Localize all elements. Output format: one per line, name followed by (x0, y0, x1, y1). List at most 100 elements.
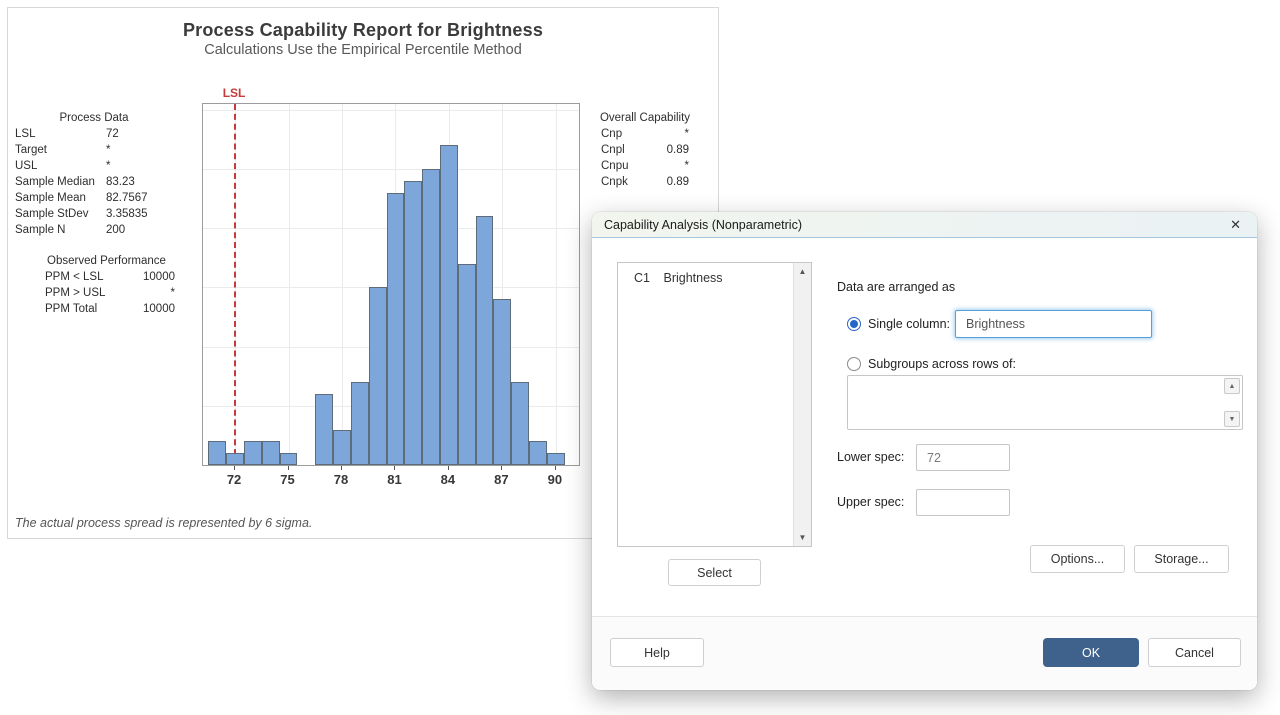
close-icon[interactable]: ✕ (1226, 218, 1245, 231)
help-button[interactable]: Help (610, 638, 704, 667)
histogram-bar (476, 216, 494, 465)
axis-tick-label: 84 (431, 472, 465, 487)
stat-value: 0.89 (651, 174, 695, 190)
histogram-bar (404, 181, 422, 465)
axis-tick-label: 90 (538, 472, 572, 487)
axis-tick-label: 81 (377, 472, 411, 487)
axis-tick (555, 466, 556, 470)
histogram-bar (547, 453, 565, 465)
overall-capability-panel: Overall Capability Cnp*Cnpl0.89Cnpu*Cnpk… (595, 110, 695, 190)
subgroups-input[interactable]: ▲ ▼ (847, 375, 1243, 430)
lower-spec-input[interactable]: 72 (916, 444, 1010, 471)
stat-row: Sample N200 (15, 222, 173, 238)
axis-tick (234, 466, 235, 470)
listbox-scrollbar[interactable]: ▲ ▼ (793, 263, 811, 546)
select-button[interactable]: Select (668, 559, 761, 586)
capability-analysis-dialog: Capability Analysis (Nonparametric) ✕ C1… (592, 212, 1257, 690)
upper-spec-input[interactable] (916, 489, 1010, 516)
subgroups-scrollbar[interactable]: ▲ ▼ (1223, 378, 1240, 427)
axis-tick (501, 466, 502, 470)
histogram-bar (280, 453, 298, 465)
process-data-panel: Process Data LSL72Target*USL*Sample Medi… (15, 110, 173, 238)
stat-value: 10000 (127, 301, 175, 317)
histogram-bar (262, 441, 280, 465)
observed-performance-rows: PPM < LSL10000PPM > USL*PPM Total10000 (38, 269, 175, 317)
lsl-reference-line (234, 104, 236, 465)
stat-value: 0.89 (651, 142, 695, 158)
screen: Process Capability Report for Brightness… (0, 0, 1280, 715)
stat-row: Cnpu* (595, 158, 695, 174)
stat-label: PPM > USL (38, 285, 127, 301)
stat-label: Cnp (595, 126, 651, 142)
stat-label: Target (15, 142, 106, 158)
axis-tick (288, 466, 289, 470)
stat-label: LSL (15, 126, 106, 142)
stat-value: 83.23 (106, 174, 135, 190)
stat-value: 82.7567 (106, 190, 148, 206)
observed-performance-panel: Observed Performance PPM < LSL10000PPM >… (38, 253, 175, 317)
histogram-bar (458, 264, 476, 465)
single-column-input[interactable]: Brightness (955, 310, 1152, 338)
histogram-bar (493, 299, 511, 465)
histogram-bar (351, 382, 369, 465)
stat-value: 3.35835 (106, 206, 148, 222)
stat-value: * (651, 158, 695, 174)
subgroups-label: Subgroups across rows of: (868, 357, 1016, 371)
stat-row: PPM Total10000 (38, 301, 175, 317)
storage-button[interactable]: Storage... (1134, 545, 1229, 573)
scroll-up-icon[interactable]: ▲ (1224, 378, 1240, 394)
list-item[interactable]: C1 Brightness (618, 263, 811, 285)
stat-value: * (127, 285, 175, 301)
lower-spec-label: Lower spec: (837, 450, 904, 464)
histogram-bar (315, 394, 333, 465)
overall-capability-rows: Cnp*Cnpl0.89Cnpu*Cnpk0.89 (595, 126, 695, 190)
process-data-title: Process Data (15, 110, 173, 126)
observed-performance-title: Observed Performance (38, 253, 175, 269)
axis-tick (341, 466, 342, 470)
stat-label: Sample Mean (15, 190, 106, 206)
axis-tick-label: 78 (324, 472, 358, 487)
stat-value: * (106, 142, 110, 158)
histogram-bar (244, 441, 262, 465)
scroll-down-icon[interactable]: ▼ (1224, 411, 1240, 427)
subgroups-radio[interactable] (847, 357, 861, 371)
dialog-title: Capability Analysis (Nonparametric) (604, 218, 802, 232)
stat-label: Cnpk (595, 174, 651, 190)
cancel-button[interactable]: Cancel (1148, 638, 1241, 667)
histogram-bar (226, 453, 244, 465)
report-title: Process Capability Report for Brightness (8, 20, 718, 41)
upper-spec-label: Upper spec: (837, 495, 904, 509)
single-column-radio[interactable] (847, 317, 861, 331)
stat-row: Sample Median83.23 (15, 174, 173, 190)
overall-capability-title: Overall Capability (595, 110, 695, 126)
subgroups-radio-row[interactable]: Subgroups across rows of: (847, 357, 1016, 371)
stat-label: Sample StDev (15, 206, 106, 222)
lsl-marker-label: LSL (214, 86, 254, 100)
report-footnote: The actual process spread is represented… (15, 516, 312, 530)
stat-label: Cnpu (595, 158, 651, 174)
stat-value: 72 (106, 126, 119, 142)
column-listbox[interactable]: C1 Brightness ▲ ▼ (617, 262, 812, 547)
options-button[interactable]: Options... (1030, 545, 1125, 573)
histogram-bar (208, 441, 226, 465)
single-column-radio-row[interactable]: Single column: (847, 317, 950, 331)
stat-row: Cnp* (595, 126, 695, 142)
stat-label: Sample Median (15, 174, 106, 190)
gridline (342, 104, 343, 465)
gridline (203, 110, 579, 111)
axis-tick-label: 75 (271, 472, 305, 487)
ok-button[interactable]: OK (1043, 638, 1139, 667)
arranged-as-label: Data are arranged as (837, 280, 955, 294)
dialog-titlebar[interactable]: Capability Analysis (Nonparametric) ✕ (592, 212, 1257, 238)
histogram-bar (387, 193, 405, 465)
scroll-down-icon[interactable]: ▼ (794, 529, 811, 546)
gridline (556, 104, 557, 465)
report-subtitle: Calculations Use the Empirical Percentil… (8, 42, 718, 58)
column-id: C1 (634, 271, 660, 285)
stat-value: 10000 (127, 269, 175, 285)
histogram-plot (202, 103, 580, 466)
stat-row: Target* (15, 142, 173, 158)
stat-row: LSL72 (15, 126, 173, 142)
stat-label: Cnpl (595, 142, 651, 158)
scroll-up-icon[interactable]: ▲ (794, 263, 811, 280)
